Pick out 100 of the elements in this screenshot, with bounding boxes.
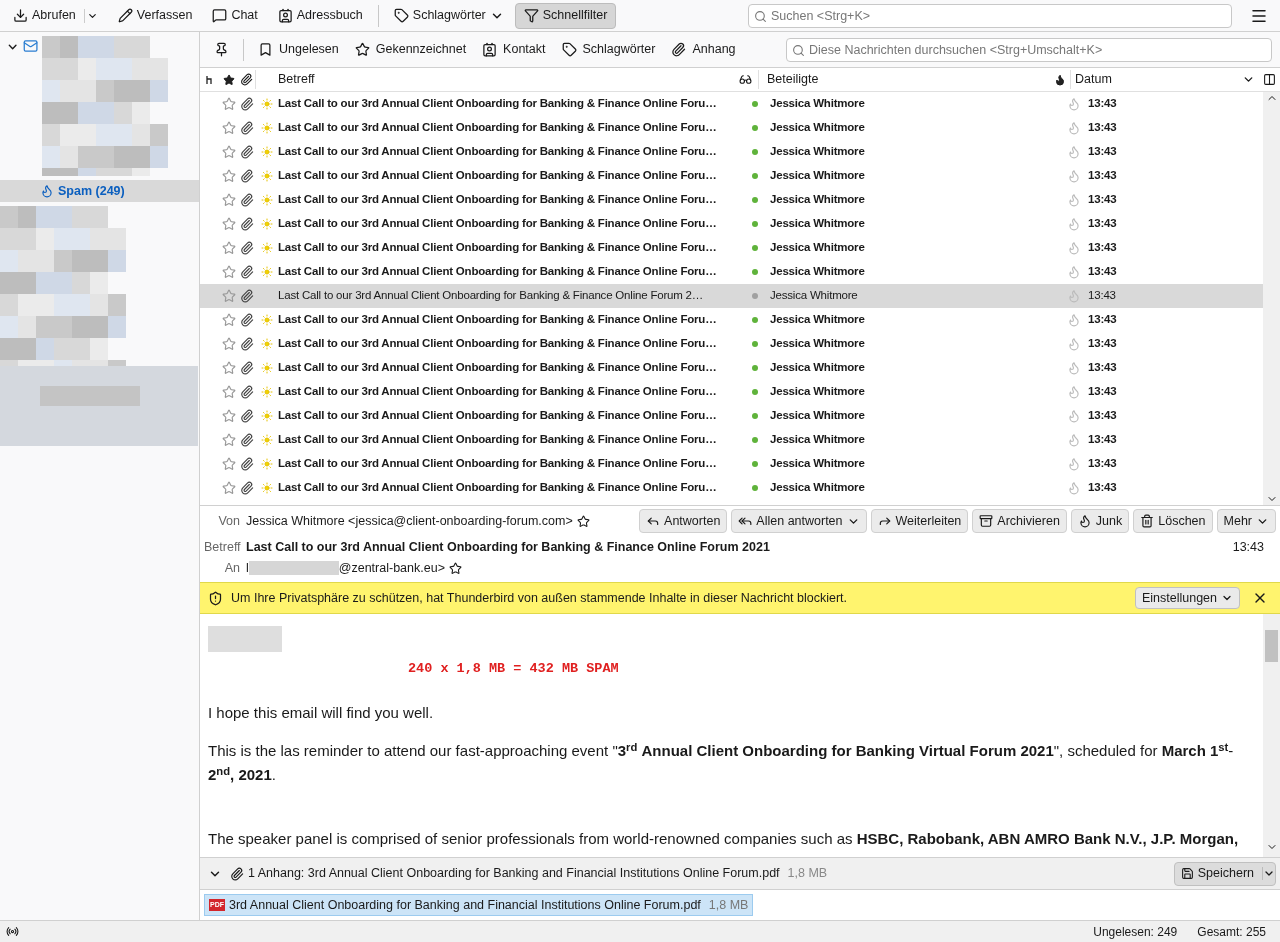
settings-button[interactable]: Einstellungen [1134,587,1240,609]
column-header[interactable]: Betreff [255,70,733,89]
folder-item[interactable]: Spam (249) [0,180,199,202]
action-button[interactable]: Junk [1070,509,1130,533]
filter-button[interactable]: Schlagwörter [555,36,662,63]
unread-sparkle-icon [261,266,273,278]
star-icon[interactable] [222,313,236,327]
message-row[interactable]: Last Call to our 3rd Annual Client Onboarding for Banking & Finance Online Foru… Jessica Whitmore 13:43 [200,428,1263,452]
toolbar-button[interactable]: Abrufen [4,2,107,29]
message-row[interactable]: Last Call to our 3rd Annual Client Onboarding for Banking & Finance Online Foru… Jessica Whitmore 13:43 [200,404,1263,428]
star-icon[interactable] [222,241,236,255]
correspondent-cell-text: Jessica Whitmore [770,408,866,424]
message-row[interactable]: Last Call to our 3rd Annual Client Onboarding for Banking & Finance Online Forum 2… Jessica Whitmore 13:43 [200,284,1263,308]
paperclip-icon [240,97,254,111]
subject-cell-text: Last Call to our 3rd Annual Client Onboarding for Banking & Finance Online Foru… [278,168,718,184]
message-row[interactable]: Last Call to our 3rd Annual Client Onboarding for Banking & Finance Online Foru… Jessica Whitmore 13:43 [200,356,1263,380]
star-icon[interactable] [222,169,236,183]
star-icon[interactable] [223,73,235,86]
star-icon[interactable] [222,121,236,135]
star-icon[interactable] [222,97,236,111]
message-row[interactable]: Last Call to our 3rd Annual Client Onboarding for Banking & Finance Online Foru… Jessica Whitmore 13:43 [200,140,1263,164]
message-row[interactable]: Last Call to our 3rd Annual Client Onboarding for Banking & Finance Online Foru… Jessica Whitmore 13:43 [200,164,1263,188]
star-icon[interactable] [222,409,236,423]
scrollbar-thumb[interactable] [1265,630,1278,662]
filter-button[interactable]: Gekennzeichnet [348,36,473,63]
paperclip-icon[interactable] [240,73,253,86]
filter-button[interactable]: Anhang [665,36,742,63]
paperclip-icon [240,313,254,327]
scrollbar[interactable] [1263,614,1280,857]
date-cell-text: 13:43 [1087,288,1116,304]
date-cell-text: 13:43 [1087,384,1117,400]
blocked-content-icon [208,590,223,606]
action-button[interactable]: Mehr [1216,509,1276,533]
message-row[interactable]: Last Call to our 3rd Annual Client Onboarding for Banking & Finance Online Foru… Jessica Whitmore 13:43 [200,332,1263,356]
toolbar-button[interactable]: Adressbuch [268,2,372,29]
star-icon[interactable] [448,561,462,575]
search-icon [754,9,767,23]
column-picker-icon[interactable] [1263,73,1276,86]
star-icon[interactable] [222,145,236,159]
save-button[interactable]: Speichern [1173,861,1276,886]
star-icon[interactable] [222,217,236,231]
search-field[interactable]: Diese Nachrichten durchsuchen <Strg+Umschalt+K> [786,37,1272,62]
star-icon[interactable] [576,514,590,528]
star-icon[interactable] [222,385,236,399]
flame-icon[interactable] [1054,73,1066,86]
subject-cell-text: Last Call to our 3rd Annual Client Onboarding for Banking & Finance Online Foru… [278,480,718,496]
message-row[interactable]: Last Call to our 3rd Annual Client Onboarding for Banking & Finance Online Foru… Jessica Whitmore 13:43 [200,476,1263,500]
flame-icon [1067,265,1081,279]
filter-button[interactable]: Kontakt [476,36,552,63]
scrollbar[interactable] [1263,92,1280,505]
action-button[interactable]: Allen antworten [731,509,867,533]
unread-sparkle-icon [261,482,273,494]
paperclip-icon [240,409,254,423]
search-field[interactable]: Suchen <Strg+K> [748,3,1232,28]
attachment-size: 1,8 MB [787,865,828,883]
message-row[interactable]: Last Call to our 3rd Annual Client Onboarding for Banking & Finance Online Foru… Jessica Whitmore 13:43 [200,188,1263,212]
star-icon[interactable] [222,457,236,471]
tag-icon [561,42,577,57]
date-cell-text: 13:43 [1087,192,1117,208]
glasses-icon[interactable] [739,73,752,86]
pin-icon[interactable] [214,42,229,57]
star-icon[interactable] [222,265,236,279]
message-row[interactable]: Last Call to our 3rd Annual Client Onboarding for Banking & Finance Online Foru… Jessica Whitmore 13:43 [200,380,1263,404]
chat-icon [212,8,228,23]
star-icon[interactable] [222,361,236,375]
message-row[interactable]: Last Call to our 3rd Annual Client Onboarding for Banking & Finance Online Foru… Jessica Whitmore 13:43 [200,452,1263,476]
message-row[interactable]: Last Call to our 3rd Annual Client Onboarding for Banking & Finance Online Foru… Jessica Whitmore 13:43 [200,308,1263,332]
star-icon[interactable] [222,337,236,351]
star-icon [354,42,370,57]
date-cell-text: 13:43 [1087,408,1117,424]
action-button[interactable]: Antworten [639,509,728,533]
message-row[interactable]: Last Call to our 3rd Annual Client Onboarding for Banking & Finance Online Foru… Jessica Whitmore 13:43 [200,116,1263,140]
column-header[interactable]: Beteiligte [758,70,1050,89]
correspondent-cell-text: Jessica Whitmore [770,480,866,496]
trash-icon [1140,514,1155,528]
toolbar-button[interactable]: Chat [203,2,267,29]
paperclip-icon [240,433,254,447]
paperclip-icon [240,145,254,159]
action-button[interactable]: Löschen [1133,509,1213,533]
star-icon[interactable] [222,289,236,303]
date-cell-text: 13:43 [1087,96,1117,112]
toolbar-button[interactable]: Schlagwörter [384,2,513,29]
message-row[interactable]: Last Call to our 3rd Annual Client Onboarding for Banking & Finance Online Foru… Jessica Whitmore 13:43 [200,260,1263,284]
message-row[interactable]: Last Call to our 3rd Annual Client Onboarding for Banking & Finance Online Foru… Jessica Whitmore 13:43 [200,236,1263,260]
filter-button[interactable]: Ungelesen [252,36,345,63]
correspondent-cell-text: Jessica Whitmore [770,96,866,112]
toolbar-button[interactable]: Verfassen [108,2,202,29]
toolbar-button[interactable]: Schnellfilter [514,2,617,29]
action-button[interactable]: Archivieren [972,509,1067,533]
action-button[interactable]: Weiterleiten [870,509,969,533]
star-icon[interactable] [222,481,236,495]
star-icon[interactable] [222,433,236,447]
flame-icon [1067,193,1081,207]
archive-icon [979,514,994,528]
message-row[interactable]: Last Call to our 3rd Annual Client Onboarding for Banking & Finance Online Foru… Jessica Whitmore 13:43 [200,92,1263,116]
column-header[interactable]: Datum [1070,70,1259,89]
star-icon[interactable] [222,193,236,207]
message-row[interactable]: Last Call to our 3rd Annual Client Onboarding for Banking & Finance Online Foru… Jessica Whitmore 13:43 [200,212,1263,236]
correspondent-cell-text: Jessica Whitmore [770,312,866,328]
unread-sparkle-icon [261,98,273,110]
